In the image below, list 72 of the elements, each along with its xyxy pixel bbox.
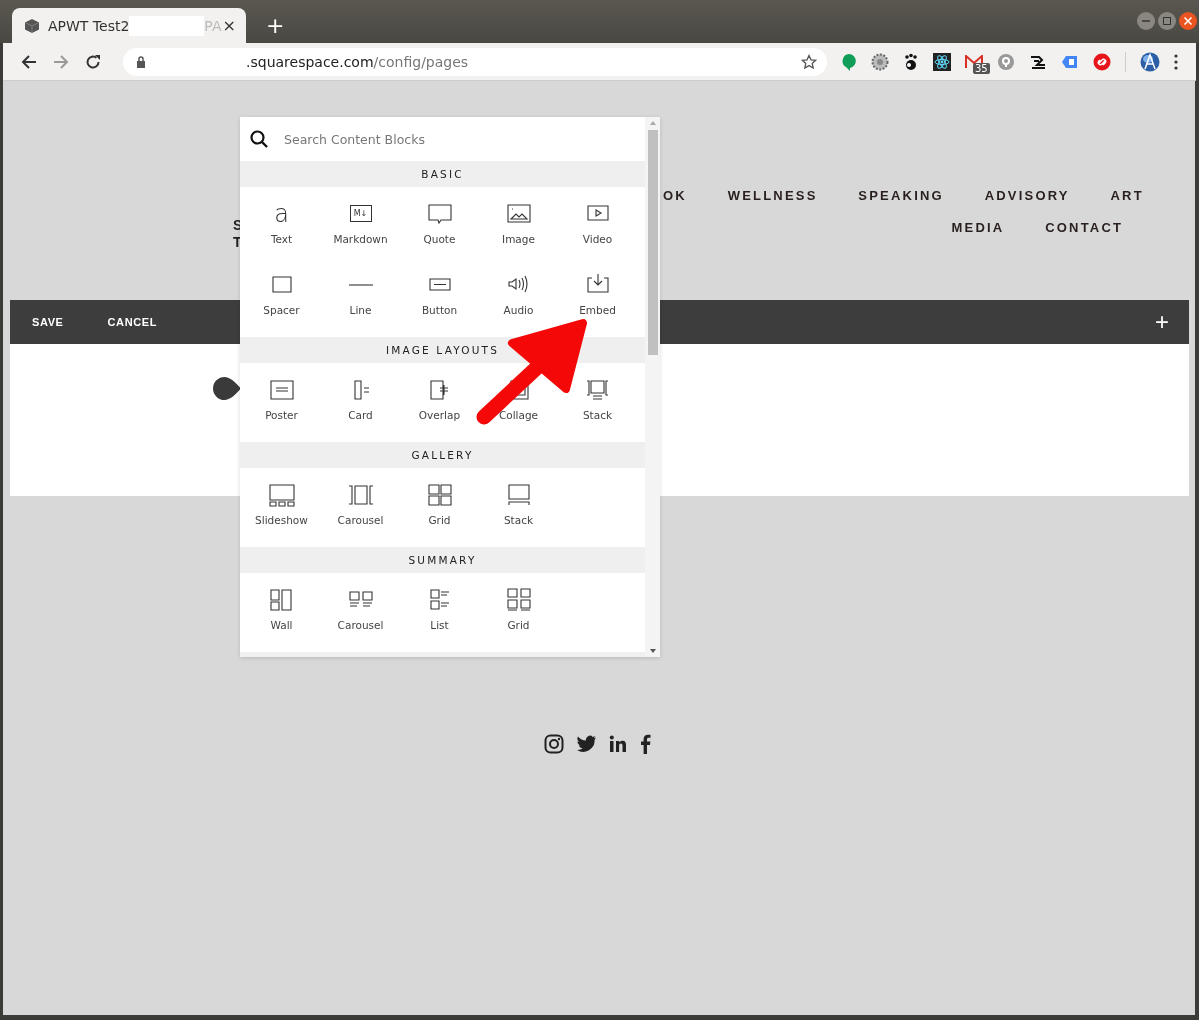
- atom-icon[interactable]: [933, 52, 951, 71]
- facebook-icon[interactable]: [638, 734, 651, 754]
- block-option[interactable]: Stack: [479, 472, 558, 543]
- nav-link[interactable]: WELLNESS: [727, 187, 818, 203]
- url-text: .squarespace.com/config/pages: [246, 53, 470, 70]
- lock-icon: [136, 55, 146, 68]
- nav-link[interactable]: ADVISORY: [984, 187, 1070, 203]
- block-option[interactable]: Carousel: [321, 577, 400, 648]
- search-bar[interactable]: Search Content Blocks: [240, 117, 645, 161]
- new-tab-button[interactable]: +: [266, 13, 285, 38]
- link-icon[interactable]: [1093, 52, 1111, 71]
- globe-icon[interactable]: [1140, 51, 1160, 72]
- block-option[interactable]: a Text: [242, 191, 321, 262]
- block-option[interactable]: Line: [321, 262, 400, 333]
- block-option[interactable]: Video: [558, 191, 637, 262]
- maximize-icon: [1162, 16, 1172, 26]
- tag-icon[interactable]: [1061, 53, 1079, 70]
- block-option[interactable]: Button: [400, 262, 479, 333]
- search-field[interactable]: Search Content Blocks: [284, 131, 584, 147]
- nav-link[interactable]: CONTACT: [1045, 219, 1124, 235]
- linkedin-icon[interactable]: [608, 735, 627, 753]
- block-option[interactable]: Quote: [400, 191, 479, 262]
- block-option[interactable]: Embed: [558, 262, 637, 333]
- block-option[interactable]: Poster: [242, 367, 321, 438]
- cancel-button[interactable]: CANCEL: [107, 316, 157, 328]
- cube-icon: [24, 17, 40, 34]
- star-icon[interactable]: [801, 53, 817, 70]
- block-option[interactable]: Spacer: [242, 262, 321, 333]
- minimize-button[interactable]: [1137, 12, 1155, 30]
- close-window-button[interactable]: [1179, 12, 1197, 30]
- letter-icon: a: [274, 201, 289, 227]
- unread-count: 35: [973, 62, 990, 74]
- reload-icon[interactable]: [85, 53, 101, 70]
- tab-title: APWT Test2: [48, 17, 130, 34]
- block-option[interactable]: Overlap: [400, 367, 479, 438]
- nav-link[interactable]: MEDIA: [951, 219, 1005, 235]
- block-option[interactable]: Card: [321, 367, 400, 438]
- close-tab-button[interactable]: ×: [222, 16, 236, 35]
- block-option[interactable]: Wall: [242, 577, 321, 648]
- scroll-down-icon[interactable]: [648, 648, 657, 654]
- block-option[interactable]: Grid: [400, 472, 479, 543]
- block-option[interactable]: List: [400, 577, 479, 648]
- back-icon[interactable]: [21, 53, 37, 70]
- location-pin-icon[interactable]: [997, 52, 1015, 71]
- gear-icon[interactable]: [871, 52, 889, 71]
- search-icon: [250, 130, 268, 148]
- speech-bubble-icon[interactable]: [841, 52, 857, 71]
- bird-icon[interactable]: [575, 735, 597, 753]
- block-option[interactable]: M↓ Markdown: [321, 191, 400, 262]
- address-bar[interactable]: .squarespace.com/config/pages: [123, 47, 827, 76]
- maximize-button[interactable]: [1158, 12, 1176, 30]
- block-option[interactable]: Audio: [479, 262, 558, 333]
- scribble-icon[interactable]: [1029, 53, 1047, 70]
- close-icon: [1183, 16, 1193, 26]
- block-option[interactable]: Slideshow: [242, 472, 321, 543]
- insertion-marker-icon: [213, 377, 241, 400]
- block-option[interactable]: Stack: [558, 367, 637, 438]
- line-icon: [347, 284, 374, 286]
- instagram-icon[interactable]: [543, 734, 564, 754]
- scrollbar[interactable]: [645, 117, 660, 657]
- nav-link[interactable]: SPEAKING: [858, 187, 944, 203]
- markdown-icon: M↓: [349, 205, 372, 222]
- save-button[interactable]: SAVE: [32, 316, 64, 328]
- block-option[interactable]: Carousel: [321, 472, 400, 543]
- nav-link[interactable]: OK: [663, 187, 687, 203]
- block-option[interactable]: Image: [479, 191, 558, 262]
- add-button[interactable]: +: [1155, 310, 1169, 334]
- footprint-icon[interactable]: [903, 52, 919, 71]
- nav-link[interactable]: ART: [1110, 187, 1144, 203]
- block-option[interactable]: Grid: [479, 577, 558, 648]
- block-option[interactable]: Collage: [479, 367, 558, 438]
- menu-icon[interactable]: [1174, 53, 1178, 70]
